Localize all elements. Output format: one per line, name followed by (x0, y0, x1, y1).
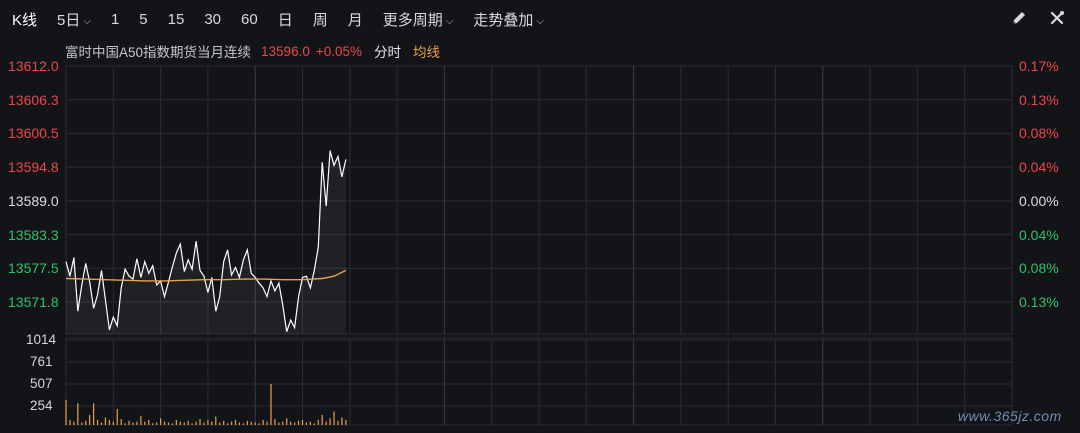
volume-bar (195, 421, 197, 425)
watermark: www.365jz.com (958, 408, 1062, 424)
volume-bar (317, 419, 319, 425)
volume-bar (81, 422, 83, 425)
volume-bar (132, 422, 134, 425)
intraday-chart[interactable] (0, 0, 1080, 433)
volume-bar (140, 415, 142, 425)
volume-bar (100, 422, 103, 425)
volume-bar (104, 417, 107, 425)
volume-bar (325, 421, 327, 425)
volume-bar (148, 419, 150, 425)
volume-bar (329, 418, 331, 425)
volume-bar (69, 419, 71, 425)
volume-bar (163, 421, 166, 425)
volume-bar (337, 420, 339, 425)
volume-bar (274, 419, 276, 425)
volume-bar (227, 423, 229, 425)
volume-bar (258, 423, 260, 425)
volume-bar (333, 411, 335, 425)
volume-bar (238, 422, 241, 425)
volume-bar (242, 423, 244, 425)
volume-bar (89, 414, 91, 425)
volume-bar (294, 422, 296, 425)
volume-bar (321, 414, 323, 425)
volume-bar (183, 422, 185, 425)
volume-bar (305, 422, 308, 425)
volume-bar (313, 423, 315, 425)
average-line (65, 269, 347, 282)
volume-bar (73, 421, 75, 425)
volume-bar (309, 421, 311, 425)
volume-bar (203, 422, 205, 425)
volume-bar (175, 419, 177, 425)
volume-bar (301, 419, 304, 425)
volume-bar (171, 423, 174, 425)
volume-bar (223, 420, 225, 425)
price-area-fill (66, 150, 346, 334)
volume-bar (191, 423, 193, 425)
volume-bar (246, 420, 248, 425)
volume-bar (160, 418, 162, 425)
volume-bar (278, 422, 280, 425)
volume-bar (234, 419, 237, 425)
volume-bar (167, 422, 170, 425)
volume-bar (211, 421, 213, 425)
volume-bar (128, 420, 130, 425)
volume-bar (96, 419, 99, 425)
volume-bar (116, 409, 118, 425)
volume-bar (92, 403, 95, 425)
volume-bar (65, 399, 67, 425)
volume-bar (290, 421, 292, 425)
volume-bar (254, 422, 256, 425)
volume-bar (250, 421, 252, 425)
volume-bar (341, 417, 343, 425)
volume-bar (207, 419, 209, 425)
volume-bar (108, 419, 110, 425)
volume-bar (85, 420, 87, 425)
volume-bar (124, 423, 126, 425)
volume-bar (345, 419, 347, 425)
volume-bar (187, 420, 189, 425)
volume-bar (136, 421, 138, 425)
volume-bar (286, 418, 288, 425)
volume-bar (152, 423, 154, 425)
volume-bar (266, 421, 268, 425)
volume-bar (219, 422, 221, 425)
volume-bar (156, 422, 158, 425)
volume-bar (270, 383, 272, 425)
volume-bar (112, 421, 114, 425)
volume-bar (77, 403, 79, 425)
volume-bar (215, 416, 217, 425)
volume-bar (179, 421, 181, 425)
volume-bar (120, 419, 122, 425)
volume-bar (262, 419, 264, 425)
volume-bar (297, 420, 300, 425)
volume-bar (230, 421, 233, 425)
volume-bar (282, 421, 284, 425)
volume-bar (199, 419, 201, 425)
volume-bar (144, 421, 146, 425)
